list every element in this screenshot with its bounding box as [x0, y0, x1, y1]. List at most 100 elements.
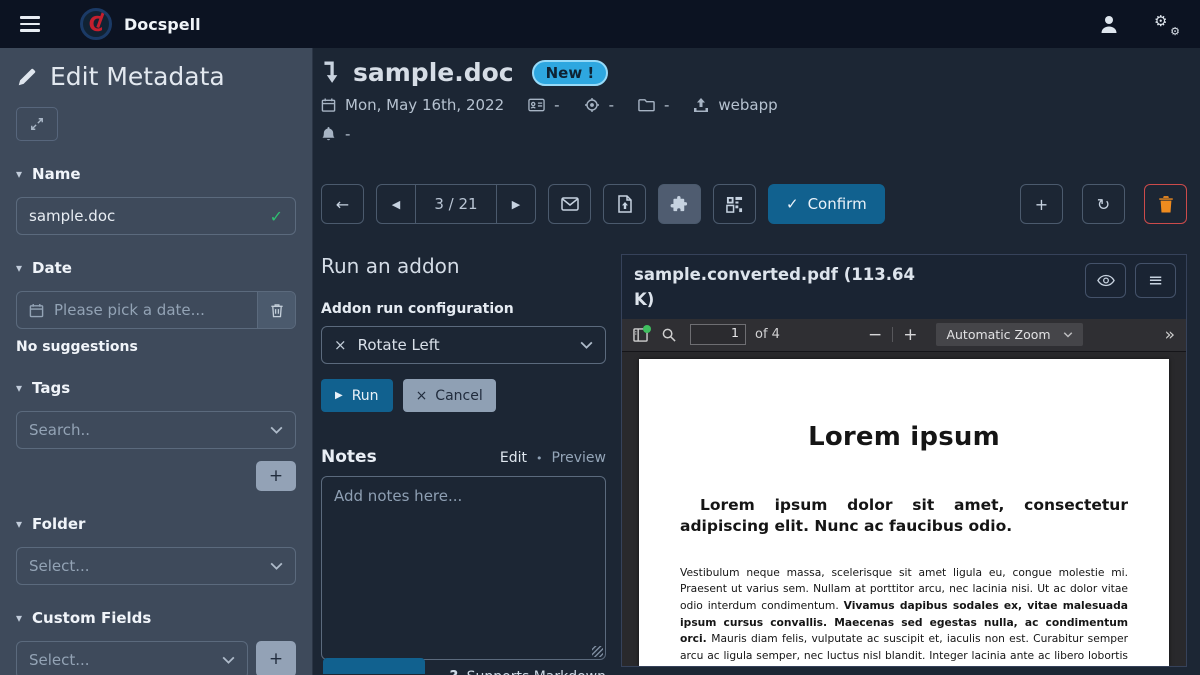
name-section-label: Name [32, 165, 80, 183]
item-toolbar: ← ◀ 3 / 21 ▶ ✓ Confirm + ↻ [321, 184, 1187, 224]
zoom-in-button[interactable]: + [897, 325, 923, 345]
brand-title: Docspell [124, 15, 201, 34]
sidebar-title: Edit Metadata [50, 62, 225, 91]
chevron-down-icon [580, 341, 593, 349]
chevron-down-icon [270, 562, 283, 570]
delete-item-button[interactable] [1144, 184, 1187, 224]
date-picker-input[interactable]: Please pick a date... [17, 292, 257, 328]
correspondent-value: - [554, 96, 559, 114]
prev-item-button[interactable]: ◀ [377, 185, 415, 223]
pdf-sidebar-toggle-button[interactable] [633, 328, 648, 342]
custom-field-select[interactable]: Select... [16, 641, 248, 675]
back-button[interactable]: ← [321, 184, 364, 224]
tags-search-select[interactable]: Search.. [16, 411, 296, 449]
x-icon: × [416, 388, 428, 404]
name-input[interactable]: sample.doc ✓ [16, 197, 296, 235]
caret-right-icon: ▶ [512, 198, 520, 211]
date-section-label: Date [32, 259, 72, 277]
due-date-value: - [345, 125, 350, 143]
concerning-value: - [609, 96, 614, 114]
folder-section-toggle[interactable]: ▾ Folder [16, 515, 296, 533]
chevron-down-icon [1063, 332, 1073, 338]
name-section: ▾ Name sample.doc ✓ [16, 165, 296, 235]
notes-edit-link[interactable]: Edit [500, 450, 527, 466]
pdf-page-total: of 4 [755, 327, 780, 342]
pdfjs-toolbar: 1 of 4 − + Automatic Zoom » [622, 319, 1186, 352]
eye-icon [1097, 274, 1115, 287]
pdf-preview-panel: sample.converted.pdf (113.64 K) ≡ [621, 254, 1187, 667]
question-icon: ? [449, 667, 458, 675]
addon-config-select[interactable]: × Rotate Left [321, 326, 606, 364]
concerning-crosshair-icon [584, 97, 600, 113]
tags-section-label: Tags [32, 379, 70, 397]
run-label: Run [352, 388, 379, 404]
send-mail-button[interactable] [548, 184, 591, 224]
clear-date-button[interactable] [257, 292, 295, 328]
qr-code-button[interactable] [713, 184, 756, 224]
top-navbar: C Docspell ⚙⚙ [0, 0, 1200, 48]
custom-fields-section: ▾ Custom Fields Select... + [16, 609, 296, 675]
pdf-doc-subheading: Lorem ipsum dolor sit amet, consectetur … [680, 495, 1128, 538]
bell-icon [321, 126, 336, 142]
clear-selection-icon[interactable]: × [334, 336, 347, 354]
pdf-page: Lorem ipsum Lorem ipsum dolor sit amet, … [639, 359, 1169, 667]
tags-section: ▾ Tags Search.. + [16, 379, 296, 491]
zoom-out-button[interactable]: − [862, 325, 888, 345]
pdf-viewer-canvas[interactable]: Lorem ipsum Lorem ipsum dolor sit amet, … [622, 352, 1186, 667]
expand-icon [30, 117, 44, 131]
notes-separator-dot: • [536, 452, 543, 465]
item-title: sample.doc [353, 58, 514, 87]
add-item-button[interactable]: + [1020, 184, 1063, 224]
custom-fields-section-toggle[interactable]: ▾ Custom Fields [16, 609, 296, 627]
correspondent-idcard-icon [528, 98, 545, 112]
pdf-doc-paragraph: Vestibulum neque massa, scelerisque sit … [680, 565, 1128, 666]
name-value: sample.doc [29, 207, 115, 225]
date-section-toggle[interactable]: ▾ Date [16, 259, 296, 277]
settings-gears-icon[interactable]: ⚙⚙ [1154, 12, 1180, 36]
resize-handle[interactable] [592, 646, 603, 657]
confirm-label: Confirm [808, 195, 867, 213]
confirm-button[interactable]: ✓ Confirm [768, 184, 885, 224]
menu-icon[interactable] [20, 16, 40, 32]
cancel-addon-button[interactable]: × Cancel [403, 379, 496, 412]
status-dot [643, 325, 651, 333]
preview-eye-button[interactable] [1085, 263, 1126, 298]
notes-placeholder: Add notes here... [334, 487, 462, 505]
addon-heading: Run an addon [321, 254, 606, 278]
caret-left-icon: ◀ [392, 198, 400, 211]
user-icon[interactable] [1098, 13, 1120, 35]
pdf-tools-button[interactable]: » [1165, 325, 1175, 345]
folder-section-label: Folder [32, 515, 85, 533]
addons-button[interactable] [658, 184, 701, 224]
folder-select[interactable]: Select... [16, 547, 296, 585]
folder-section: ▾ Folder Select... [16, 515, 296, 585]
attachment-menu-button[interactable]: ≡ [1135, 263, 1176, 298]
source-value: webapp [718, 96, 777, 114]
calendar-icon [321, 97, 336, 113]
save-notes-button[interactable] [323, 658, 425, 674]
notes-preview-link[interactable]: Preview [552, 450, 607, 466]
next-item-button[interactable]: ▶ [497, 185, 535, 223]
custom-fields-section-label: Custom Fields [32, 609, 151, 627]
expand-sidebar-button[interactable] [16, 107, 58, 141]
run-addon-button[interactable]: ▶ Run [321, 379, 393, 412]
new-badge[interactable]: New ! [532, 60, 609, 86]
check-icon: ✓ [786, 195, 799, 213]
tags-section-toggle[interactable]: ▾ Tags [16, 379, 296, 397]
docspell-logo[interactable]: C [80, 8, 112, 40]
reprocess-button[interactable]: ↻ [1082, 184, 1125, 224]
divider [892, 327, 893, 342]
pdf-search-button[interactable] [662, 328, 676, 342]
folder-icon [638, 98, 655, 112]
caret-down-icon: ▾ [16, 517, 22, 531]
bars-icon: ≡ [1148, 270, 1163, 291]
caret-down-icon: ▾ [16, 381, 22, 395]
add-custom-field-button[interactable]: + [256, 641, 296, 675]
zoom-level-select[interactable]: Automatic Zoom [936, 323, 1082, 346]
pdf-page-input[interactable]: 1 [690, 324, 746, 345]
edit-metadata-sidebar: Edit Metadata ▾ Name sample.doc ✓ ▾ Date… [0, 48, 313, 675]
attach-file-button[interactable] [603, 184, 646, 224]
name-section-toggle[interactable]: ▾ Name [16, 165, 296, 183]
add-tag-button[interactable]: + [256, 461, 296, 491]
notes-textarea[interactable]: Add notes here... [321, 476, 606, 660]
